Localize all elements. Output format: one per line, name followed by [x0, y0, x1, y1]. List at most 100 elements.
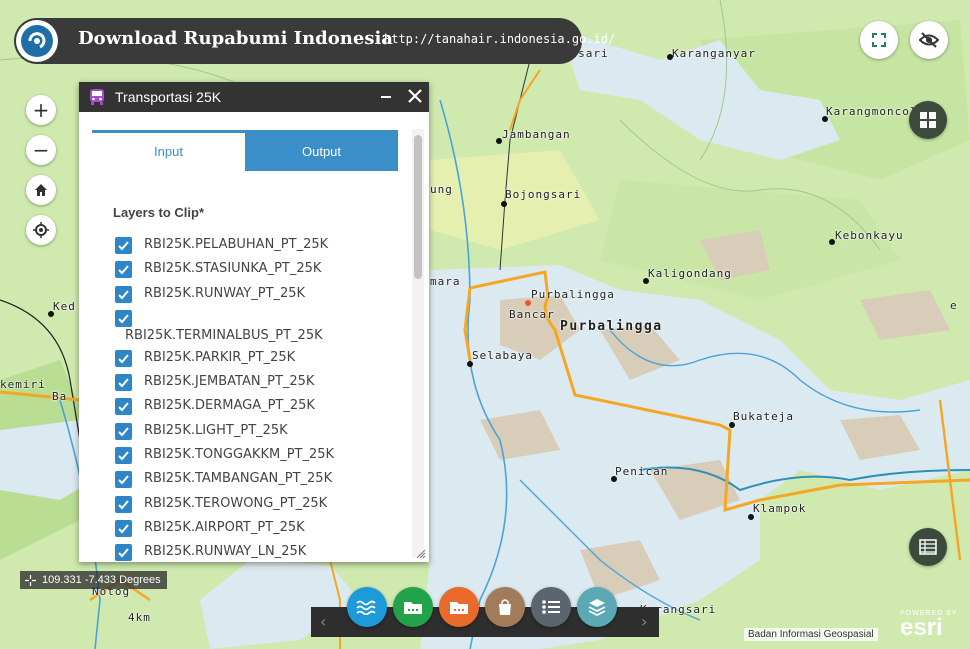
checkbox[interactable]	[115, 519, 132, 537]
buildings-tool-button[interactable]	[439, 587, 479, 627]
place-marker	[467, 361, 473, 367]
fullscreen-button[interactable]	[860, 21, 898, 59]
locate-button[interactable]	[26, 215, 56, 245]
place-label: kemiri	[0, 378, 46, 391]
app-url[interactable]: http://tanahair.indonesia.go.id/	[384, 32, 615, 46]
panel-title: Transportasi 25K	[115, 89, 222, 105]
place-label: Penican	[615, 465, 669, 478]
checkbox[interactable]	[115, 544, 132, 562]
plus-icon: +	[32, 98, 50, 122]
layer-label: RBI25K.PELABUHAN_PT_25K	[144, 237, 329, 252]
check-icon	[118, 354, 129, 364]
layer-label: RBI25K.TONGGAKKM_PT_25K	[144, 447, 335, 463]
hydrography-tool-button[interactable]	[347, 587, 387, 627]
place-label: Klampok	[753, 502, 807, 515]
tab-input[interactable]: Input	[92, 133, 245, 171]
scale-label: 4km	[128, 611, 151, 624]
boundary-tool-button[interactable]	[485, 587, 525, 627]
layers-icon	[588, 599, 606, 617]
app-header: Download Rupabumi Indonesia http://tanah…	[14, 18, 615, 64]
place-label: Karanganyar	[672, 47, 756, 60]
layer-label: RBI25K.TEROWONG_PT_25K	[144, 495, 328, 511]
folder-icon	[404, 602, 422, 614]
check-icon	[118, 475, 129, 485]
place-label: Bojongsari	[505, 188, 582, 201]
check-icon	[118, 314, 129, 324]
coordinates-text: 109.331 -7.433 Degrees	[42, 574, 161, 586]
esri-logo[interactable]: POWERED BY esri	[900, 610, 957, 640]
locate-icon	[33, 222, 49, 238]
checkbox[interactable]	[115, 398, 132, 416]
place-marker	[643, 278, 649, 284]
layer-label: RBI25K.TERMINALBUS_PT_25K	[125, 327, 323, 343]
folder-icon	[450, 602, 468, 614]
place-label: Jambangan	[502, 128, 571, 141]
place-label: Ked	[53, 300, 76, 313]
place-marker	[501, 201, 507, 207]
place-marker	[829, 239, 835, 245]
basemap-gallery-button[interactable]	[577, 587, 617, 627]
place-marker	[496, 138, 502, 144]
layer-label: RBI25K.LIGHT_PT_25K	[144, 422, 288, 438]
layer-list-button[interactable]	[531, 587, 571, 627]
chevron-left-icon[interactable]: ‹	[320, 612, 326, 631]
place-label: mara	[430, 275, 461, 288]
eye-off-icon	[919, 32, 939, 48]
place-marker	[748, 514, 754, 520]
place-label: Purbalingga	[531, 288, 615, 301]
vegetation-tool-button[interactable]	[393, 587, 433, 627]
panel-scrollbar[interactable]	[412, 129, 424, 557]
home-icon	[35, 184, 47, 196]
place-marker	[48, 311, 54, 317]
checkbox[interactable]	[115, 447, 132, 465]
checkbox[interactable]	[115, 309, 132, 327]
toggle-visibility-button[interactable]	[910, 21, 948, 59]
check-icon	[118, 378, 129, 388]
tab-output[interactable]: Output	[245, 133, 398, 171]
check-icon	[118, 500, 129, 510]
scrollbar-thumb[interactable]	[414, 135, 422, 279]
coordinates-readout: 109.331 -7.433 Degrees	[20, 571, 167, 589]
widget-grid-button[interactable]	[909, 101, 947, 139]
chevron-right-icon[interactable]: ›	[641, 612, 647, 631]
list-icon	[542, 600, 560, 614]
check-icon	[118, 289, 129, 300]
bus-icon	[90, 89, 104, 105]
resize-handle-icon[interactable]	[416, 549, 426, 559]
close-icon[interactable]	[407, 88, 423, 104]
layer-label: RBI25K.RUNWAY_PT_25K	[144, 285, 306, 301]
check-icon	[118, 451, 129, 461]
attribute-table-button[interactable]	[909, 528, 947, 566]
place-marker	[822, 116, 828, 122]
checkbox[interactable]	[115, 237, 132, 254]
panel-tabs: Input Output	[92, 130, 398, 174]
transportasi-panel[interactable]: Transportasi 25K Input Output Layers to …	[79, 82, 429, 562]
check-icon	[118, 241, 129, 251]
place-label: Selabaya	[472, 349, 533, 362]
home-button[interactable]	[26, 175, 56, 205]
check-icon	[118, 524, 129, 534]
checkbox[interactable]	[115, 422, 132, 440]
zoom-in-button[interactable]: +	[26, 95, 56, 125]
place-marker	[729, 422, 735, 428]
panel-header: Transportasi 25K	[79, 82, 429, 112]
checkbox[interactable]	[115, 261, 132, 279]
checkbox[interactable]	[115, 374, 132, 392]
checkbox[interactable]	[115, 495, 132, 513]
check-icon	[118, 548, 129, 558]
checkbox[interactable]	[115, 471, 132, 489]
checkbox[interactable]	[115, 285, 132, 303]
bag-icon	[499, 599, 511, 615]
logo-icon[interactable]	[16, 20, 58, 62]
minimize-button[interactable]	[381, 96, 391, 98]
layer-label: RBI25K.TAMBANGAN_PT_25K	[144, 471, 333, 487]
place-marker	[667, 54, 673, 60]
place-label: Kebonkayu	[835, 229, 904, 242]
fullscreen-icon	[872, 33, 886, 47]
checkbox[interactable]	[115, 349, 132, 367]
check-icon	[118, 265, 129, 275]
table-icon	[919, 539, 937, 555]
crosshair-icon[interactable]	[25, 575, 36, 586]
waves-icon	[356, 600, 376, 615]
zoom-out-button[interactable]: −	[26, 135, 56, 165]
